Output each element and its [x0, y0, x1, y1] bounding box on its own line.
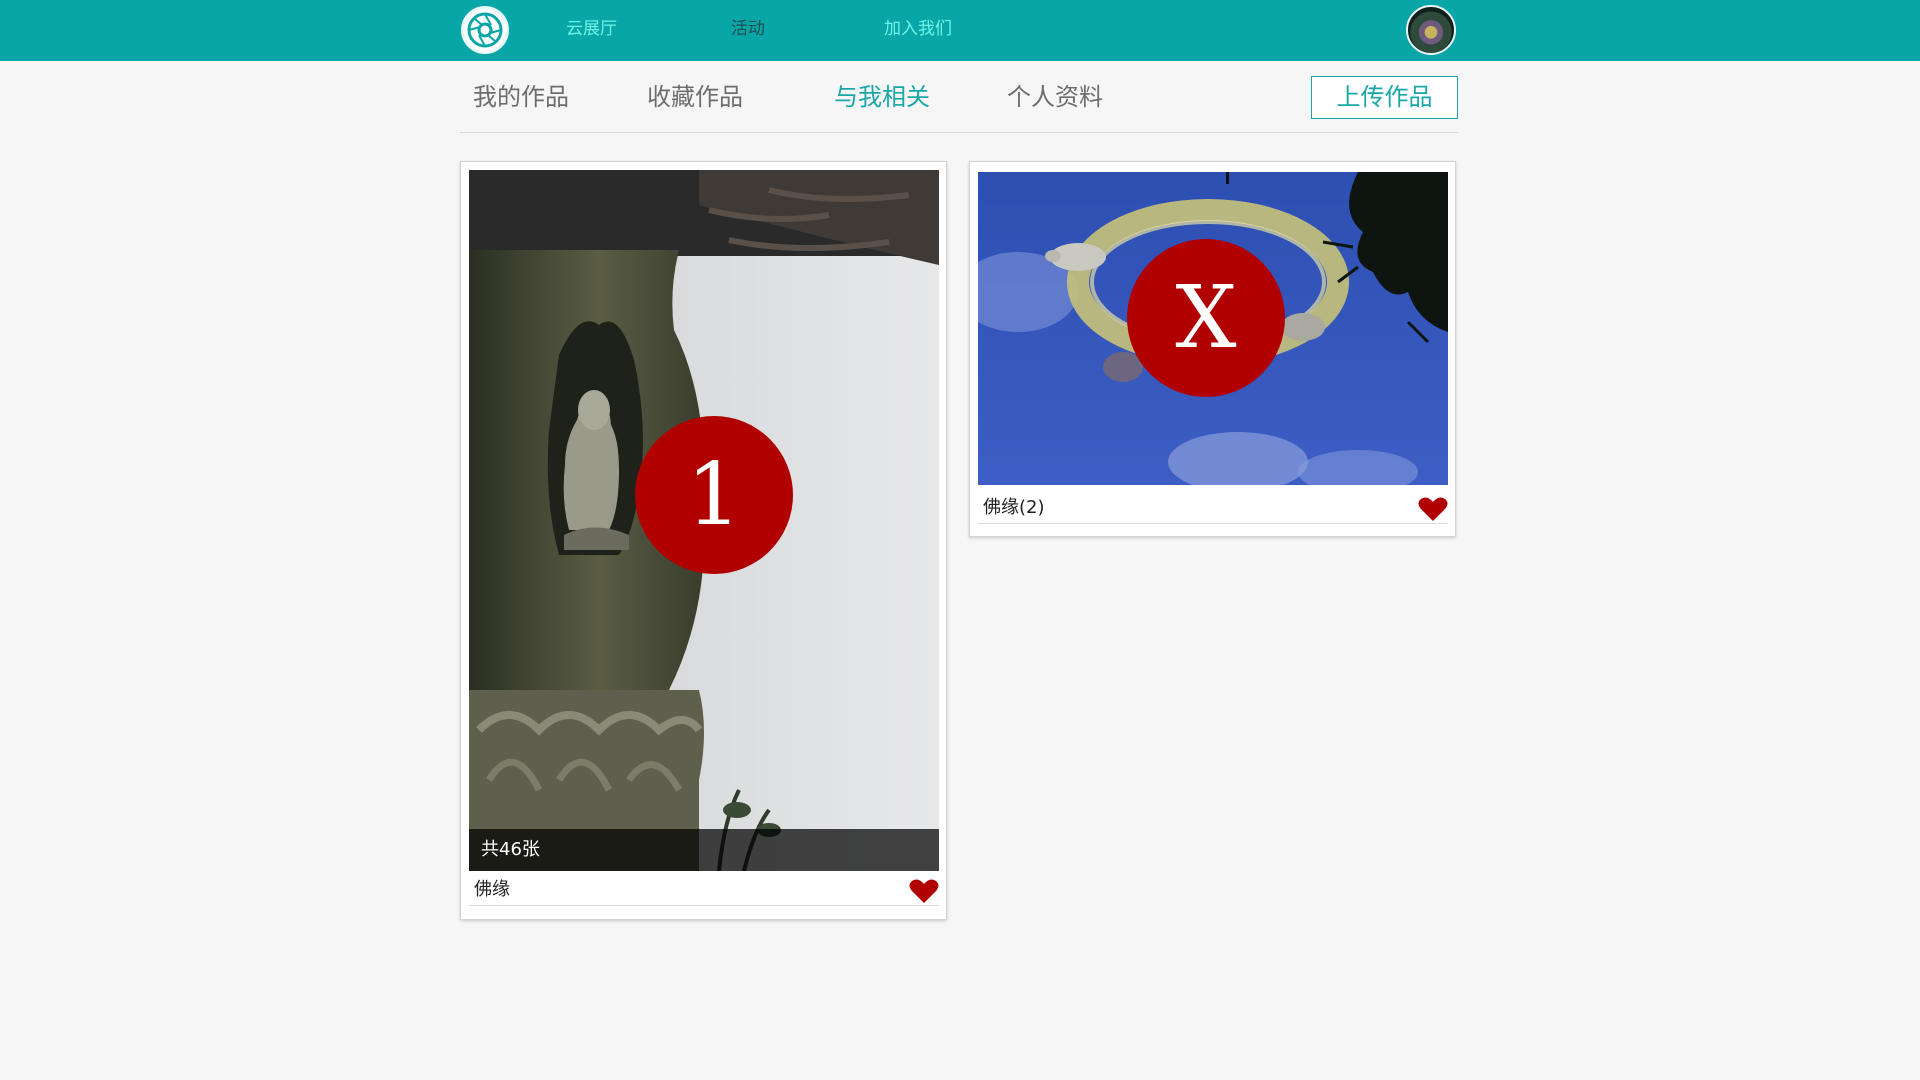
card-footer: 佛缘(2): [978, 491, 1448, 524]
card-footer: 佛缘: [469, 873, 939, 906]
topnav-cloud-gallery[interactable]: 云展厅: [566, 0, 617, 61]
tab-related-to-me[interactable]: 与我相关: [834, 62, 930, 132]
tab-profile[interactable]: 个人资料: [1007, 62, 1103, 132]
heart-icon[interactable]: [1418, 496, 1448, 526]
topnav-activities[interactable]: 活动: [731, 0, 765, 61]
user-avatar[interactable]: [1406, 5, 1456, 55]
photo-count-band: 共46张: [469, 829, 939, 871]
camera-aperture-icon[interactable]: [461, 6, 509, 54]
work-card: X 佛缘(2): [969, 161, 1456, 537]
photo-count: 共46张: [481, 839, 540, 860]
top-bar: 云展厅 活动 加入我们: [0, 0, 1920, 61]
topnav-join-us[interactable]: 加入我们: [884, 0, 952, 61]
profile-tabs: 我的作品 收藏作品 与我相关 个人资料 上传作品: [460, 62, 1458, 133]
work-number-badge[interactable]: X: [1127, 239, 1285, 397]
heart-icon[interactable]: [909, 878, 939, 908]
work-number-badge[interactable]: 1: [635, 416, 793, 574]
work-title[interactable]: 佛缘(2): [983, 491, 1045, 525]
upload-works-button[interactable]: 上传作品: [1311, 76, 1458, 119]
tab-favorite-works[interactable]: 收藏作品: [647, 62, 743, 132]
work-title[interactable]: 佛缘: [474, 873, 510, 907]
work-card: 共46张 1 佛缘: [460, 161, 947, 920]
tab-my-works[interactable]: 我的作品: [473, 62, 569, 132]
